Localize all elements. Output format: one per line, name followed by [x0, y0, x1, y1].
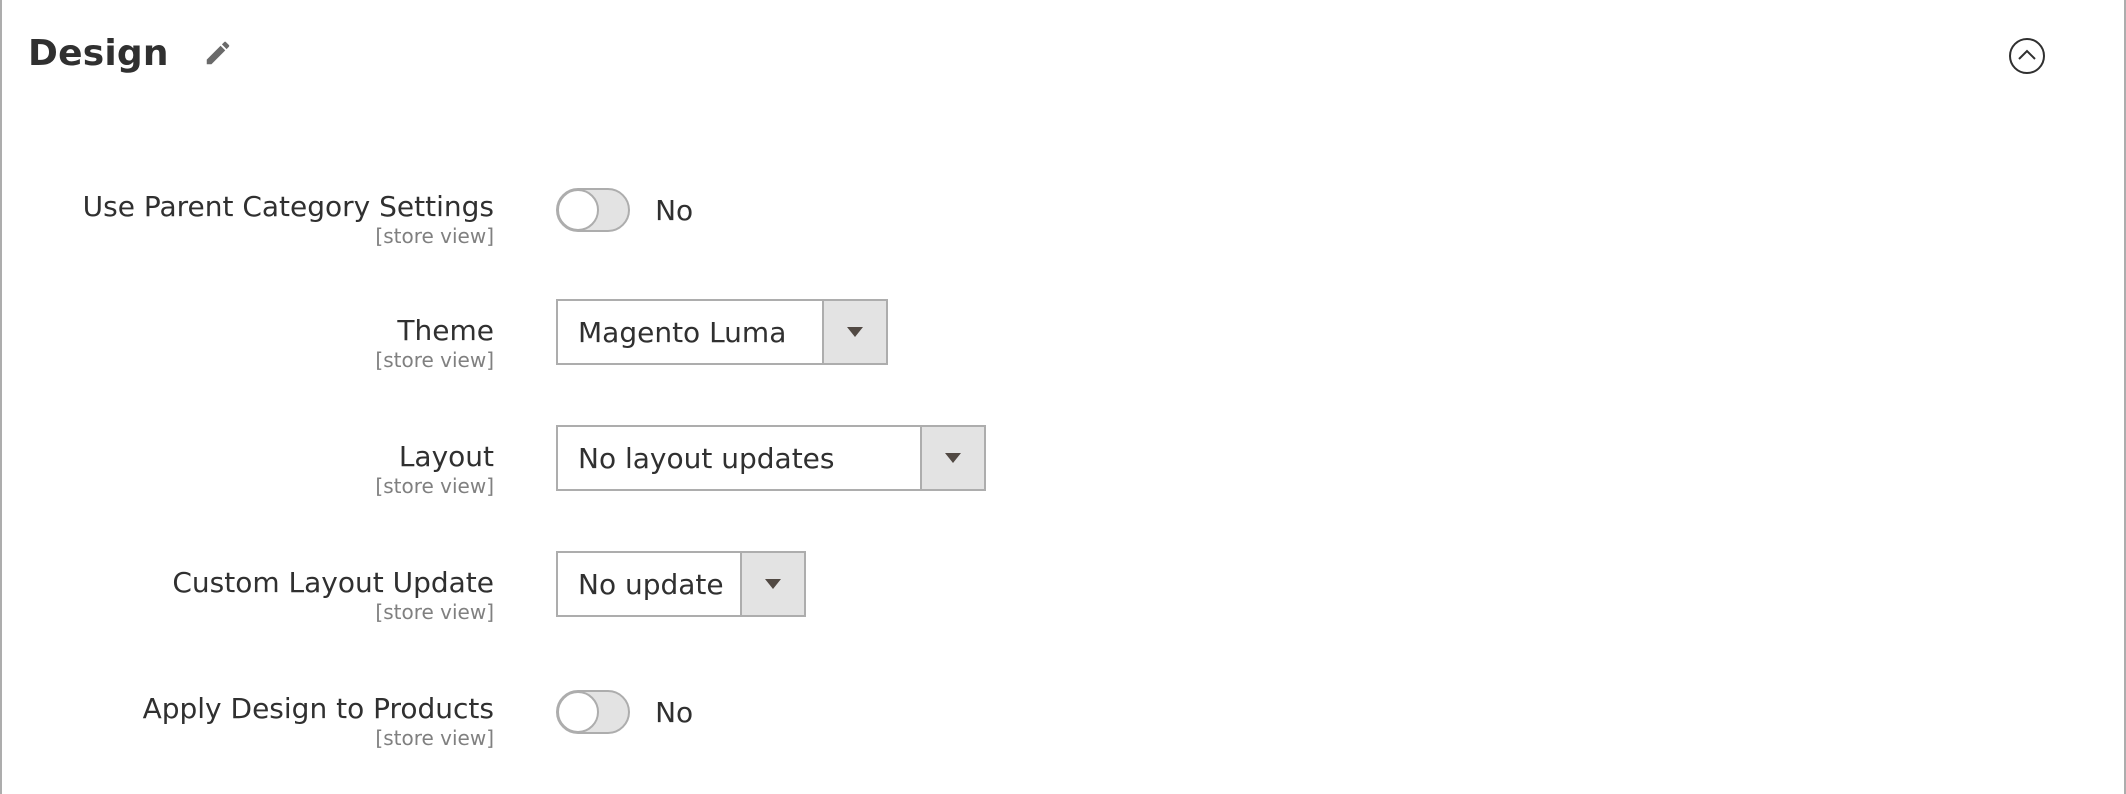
theme-select-value: Magento Luma: [578, 315, 787, 349]
use-parent-toggle-control: No: [556, 188, 693, 232]
design-section: Design Use Parent Category Settings [sto…: [0, 0, 2126, 794]
field-label: Apply Design to Products [store view]: [143, 692, 494, 750]
use-parent-category-settings-toggle[interactable]: [556, 188, 630, 232]
toggle-state-text: No: [655, 695, 694, 729]
layout-select[interactable]: No layout updates: [556, 425, 986, 491]
toggle-state-text: No: [655, 193, 694, 227]
field-theme: Theme [store view] Magento Luma: [2, 299, 2122, 372]
field-custom-layout-update: Custom Layout Update [store view] No upd…: [2, 551, 2122, 624]
caret-down-icon[interactable]: [740, 553, 804, 615]
chevron-up-circle-icon[interactable]: [2008, 37, 2046, 75]
layout-select-control: No layout updates: [556, 425, 986, 491]
caret-down-icon[interactable]: [822, 301, 886, 363]
label-apply-design-to-products: Apply Design to Products: [142, 692, 494, 725]
theme-select[interactable]: Magento Luma: [556, 299, 888, 365]
custom-layout-update-select-value: No update: [578, 567, 724, 601]
field-use-parent-category-settings: Use Parent Category Settings [store view…: [2, 186, 2122, 256]
apply-design-toggle-control: No: [556, 690, 693, 734]
custom-layout-update-select[interactable]: No update: [556, 551, 806, 617]
theme-select-control: Magento Luma: [556, 299, 888, 365]
scope-label: [store view]: [375, 474, 494, 498]
field-label: Theme [store view]: [375, 314, 494, 372]
apply-design-to-products-toggle[interactable]: [556, 690, 630, 734]
section-title: Design: [28, 32, 169, 74]
scope-label: [store view]: [375, 600, 494, 624]
scope-label: [store view]: [375, 224, 494, 248]
scope-label: [store view]: [375, 348, 494, 372]
label-layout: Layout: [398, 440, 494, 473]
field-label: Use Parent Category Settings [store view…: [83, 190, 494, 248]
toggle-knob: [557, 189, 599, 231]
scope-label: [store view]: [375, 726, 494, 750]
field-label: Layout [store view]: [375, 440, 494, 498]
field-apply-design-to-products: Apply Design to Products [store view] No: [2, 688, 2122, 758]
section-header[interactable]: Design: [28, 28, 235, 78]
layout-select-value: No layout updates: [578, 441, 835, 475]
pencil-icon[interactable]: [201, 36, 235, 70]
label-use-parent-category-settings: Use Parent Category Settings: [82, 190, 494, 223]
label-custom-layout-update: Custom Layout Update: [172, 566, 494, 599]
toggle-knob: [557, 691, 599, 733]
field-label: Custom Layout Update [store view]: [172, 566, 494, 624]
field-layout: Layout [store view] No layout updates: [2, 425, 2122, 498]
caret-down-icon[interactable]: [920, 427, 984, 489]
label-theme: Theme: [397, 314, 494, 347]
custom-layout-update-select-control: No update: [556, 551, 806, 617]
